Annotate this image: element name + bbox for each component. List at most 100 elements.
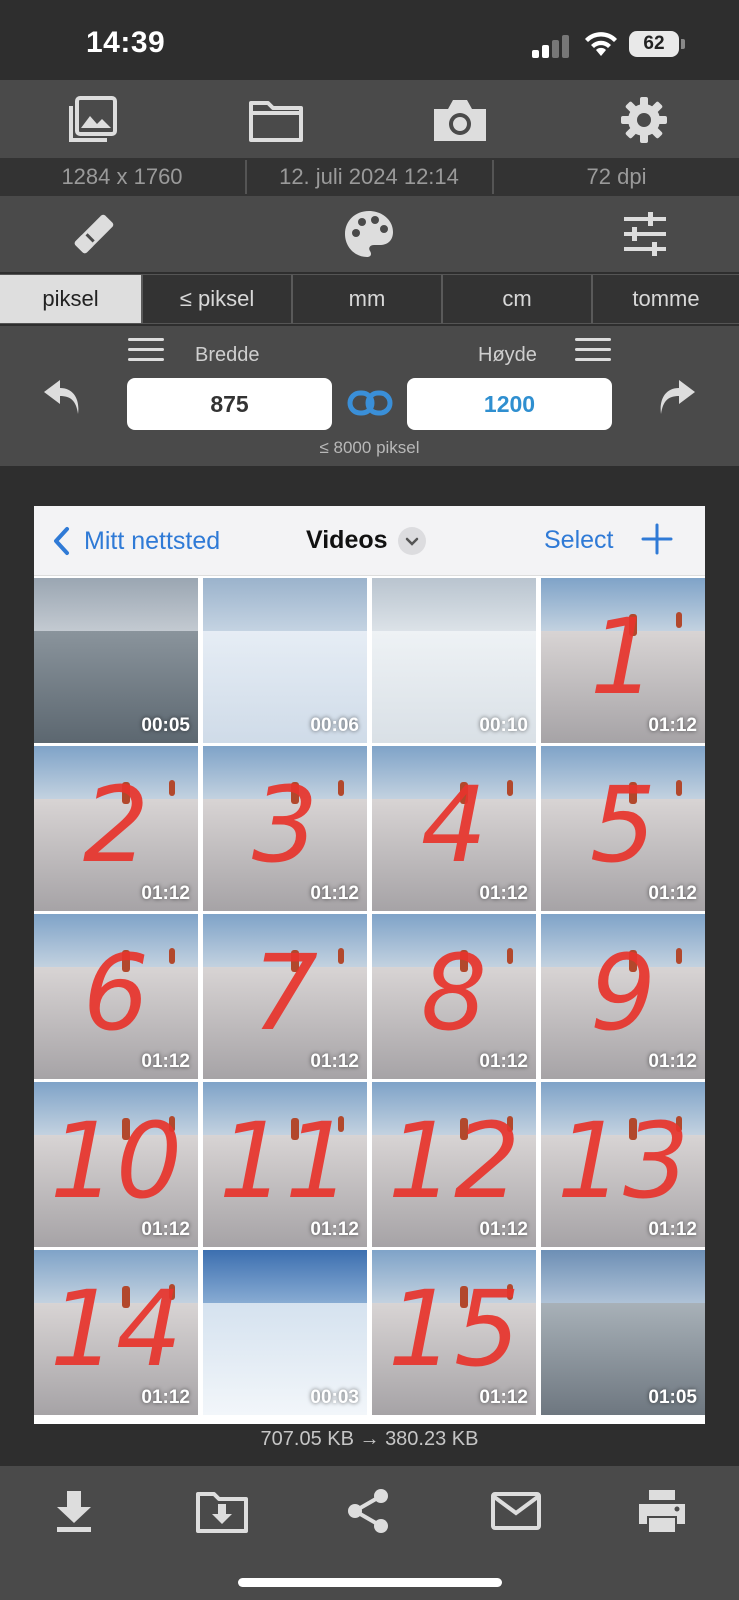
thumbnail-sky <box>203 1250 367 1308</box>
video-duration: 01:12 <box>141 1387 190 1408</box>
video-thumbnail: 13 01:12 <box>541 1082 705 1247</box>
original-size: 707.05 KB <box>260 1428 354 1450</box>
mail-icon[interactable] <box>486 1486 546 1536</box>
handwritten-number: 13 <box>556 1100 690 1222</box>
file-size-comparison: 707.05 KB → 380.23 KB <box>0 1428 739 1451</box>
video-thumbnail: 2 01:12 <box>34 746 198 911</box>
video-duration: 00:05 <box>141 715 190 736</box>
album-title: Videos <box>306 526 426 555</box>
unit-pixel[interactable]: piksel <box>0 275 143 323</box>
eraser-icon[interactable] <box>66 208 122 260</box>
video-thumbnail: 12 01:12 <box>372 1082 536 1247</box>
image-dimensions: 1284 x 1760 <box>61 164 183 189</box>
sliders-icon[interactable] <box>617 208 673 260</box>
edit-toolbar <box>0 196 739 272</box>
video-duration: 00:10 <box>479 715 528 736</box>
image-dpi: 72 dpi <box>586 164 647 189</box>
thumbnail-sky <box>203 578 367 636</box>
save-to-folder-icon[interactable] <box>192 1486 252 1536</box>
video-duration: 01:12 <box>141 883 190 904</box>
video-thumbnail: 3 01:12 <box>203 746 367 911</box>
print-icon[interactable] <box>632 1486 692 1536</box>
photos-icon[interactable] <box>64 94 120 146</box>
download-icon[interactable] <box>44 1486 104 1536</box>
height-label: Høyde <box>478 344 537 366</box>
video-thumbnail: 11 01:12 <box>203 1082 367 1247</box>
select-label: Select <box>544 526 614 554</box>
video-duration: 01:05 <box>648 1387 697 1408</box>
video-duration: 01:12 <box>141 1051 190 1072</box>
video-thumbnail: 14 01:12 <box>34 1250 198 1415</box>
size-limit-hint: ≤ 8000 piksel <box>319 438 420 457</box>
image-info-bar: 1284 x 1760 12. juli 2024 12:14 72 dpi <box>0 158 739 196</box>
handwritten-number: 14 <box>49 1268 183 1390</box>
height-presets-menu-icon[interactable] <box>575 338 611 364</box>
video-thumbnail: 15 01:12 <box>372 1250 536 1415</box>
resized-size: 380.23 KB <box>385 1428 479 1450</box>
battery-icon: 62 <box>629 31 685 57</box>
gear-icon[interactable] <box>616 94 672 146</box>
undo-icon[interactable] <box>40 374 86 420</box>
video-duration: 01:12 <box>648 1051 697 1072</box>
handwritten-number: 5 <box>589 764 657 886</box>
palette-icon[interactable] <box>341 208 397 260</box>
video-duration: 01:12 <box>141 1219 190 1240</box>
home-indicator <box>238 1578 502 1587</box>
video-thumbnail: 01:05 <box>541 1250 705 1415</box>
share-icon[interactable] <box>338 1486 398 1536</box>
chevron-left-icon <box>54 527 69 555</box>
handwritten-number: 7 <box>251 932 319 1054</box>
video-duration: 00:06 <box>310 715 359 736</box>
back-label: Mitt nettsted <box>84 526 221 555</box>
video-thumbnail: 8 01:12 <box>372 914 536 1079</box>
unit-cm[interactable]: cm <box>443 275 593 323</box>
video-duration: 01:12 <box>479 1387 528 1408</box>
video-duration: 01:12 <box>648 883 697 904</box>
unit-inch[interactable]: tomme <box>593 275 739 323</box>
video-duration: 01:12 <box>310 883 359 904</box>
video-duration: 00:03 <box>310 1387 359 1408</box>
thumbnail-sky <box>372 578 536 636</box>
status-bar: 14:39 62 <box>0 0 739 80</box>
handwritten-number: 12 <box>387 1100 521 1222</box>
unit-max-pixel[interactable]: ≤ piksel <box>143 275 293 323</box>
video-thumbnail: 4 01:12 <box>372 746 536 911</box>
video-thumbnail: 7 01:12 <box>203 914 367 1079</box>
handwritten-number: 10 <box>49 1100 183 1222</box>
height-field[interactable]: 1200 <box>407 378 612 430</box>
album-title-label: Videos <box>306 526 388 554</box>
handwritten-number: 8 <box>420 932 488 1054</box>
thumbnail-sky <box>34 578 198 636</box>
video-duration: 01:12 <box>310 1051 359 1072</box>
image-date: 12. juli 2024 12:14 <box>279 164 459 189</box>
link-aspect-icon[interactable] <box>347 388 393 418</box>
width-field[interactable]: 875 <box>127 378 332 430</box>
handwritten-number: 11 <box>218 1100 352 1222</box>
video-duration: 01:12 <box>479 1051 528 1072</box>
status-time: 14:39 <box>86 26 166 59</box>
unit-mm[interactable]: mm <box>293 275 443 323</box>
width-presets-menu-icon[interactable] <box>128 338 164 364</box>
handwritten-number: 4 <box>420 764 488 886</box>
handwritten-number: 2 <box>82 764 150 886</box>
video-thumbnail: 5 01:12 <box>541 746 705 911</box>
unit-selector: piksel ≤ piksel mm cm tomme <box>0 274 739 324</box>
arrow: → <box>359 1428 380 1450</box>
video-thumbnail: 6 01:12 <box>34 914 198 1079</box>
handwritten-number: 9 <box>589 932 657 1054</box>
plus-icon <box>641 523 673 555</box>
image-preview: Mitt nettsted Videos Select 00:05 00:06 00… <box>34 506 705 1424</box>
redo-icon[interactable] <box>653 374 699 420</box>
video-thumbnail: 10 01:12 <box>34 1082 198 1247</box>
video-thumbnail: 9 01:12 <box>541 914 705 1079</box>
preview-navbar: Mitt nettsted Videos Select <box>34 506 705 576</box>
folder-icon[interactable] <box>248 94 304 146</box>
video-thumbnail: 00:06 <box>203 578 367 743</box>
resize-panel: Bredde Høyde 875 1200 ≤ 8000 piksel <box>0 326 739 466</box>
chevron-down-icon <box>397 526 426 555</box>
camera-icon[interactable] <box>432 94 488 146</box>
top-toolbar <box>0 80 739 158</box>
video-duration: 01:12 <box>479 883 528 904</box>
video-thumbnail: 1 01:12 <box>541 578 705 743</box>
video-duration: 01:12 <box>648 1219 697 1240</box>
